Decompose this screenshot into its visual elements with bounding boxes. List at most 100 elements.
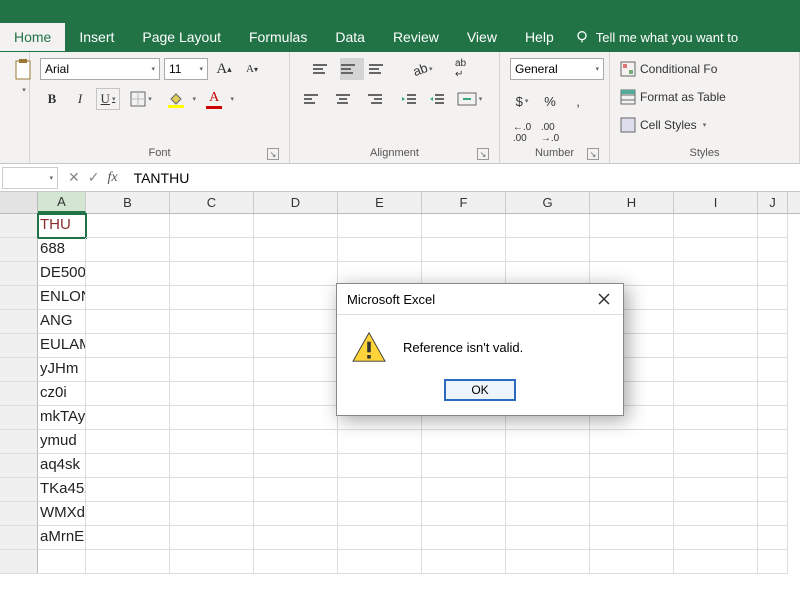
tell-me[interactable]: Tell me what you want to — [574, 29, 738, 45]
dialog-ok-button[interactable]: OK — [444, 379, 516, 401]
cell[interactable] — [422, 550, 506, 574]
cell[interactable] — [674, 358, 758, 382]
cell[interactable] — [170, 382, 254, 406]
increase-font-button[interactable]: A▴ — [212, 58, 236, 80]
cell[interactable] — [86, 550, 170, 574]
cell-styles-button[interactable]: Cell Styles▾ — [620, 114, 706, 136]
cell[interactable] — [38, 550, 86, 574]
cell[interactable]: ENLONG — [38, 286, 86, 310]
formula-input[interactable] — [128, 167, 800, 189]
cell[interactable] — [506, 526, 590, 550]
accounting-format-button[interactable]: $▾ — [510, 90, 534, 112]
cell[interactable] — [422, 526, 506, 550]
cell[interactable] — [254, 214, 338, 238]
cell[interactable] — [674, 238, 758, 262]
cell[interactable] — [86, 286, 170, 310]
row-header[interactable] — [0, 334, 38, 358]
cell[interactable] — [86, 262, 170, 286]
format-as-table-button[interactable]: Format as Table — [620, 86, 726, 108]
cell[interactable] — [86, 358, 170, 382]
cell[interactable] — [86, 238, 170, 262]
tab-home[interactable]: Home — [0, 23, 65, 51]
number-dialog-launcher[interactable]: ↘ — [587, 148, 599, 160]
cell[interactable] — [86, 454, 170, 478]
cell[interactable] — [422, 214, 506, 238]
cell[interactable] — [758, 550, 788, 574]
font-size-select[interactable]: 11▾ — [164, 58, 208, 80]
row-header[interactable] — [0, 358, 38, 382]
cell[interactable] — [674, 550, 758, 574]
cell[interactable] — [254, 334, 338, 358]
cell[interactable] — [506, 214, 590, 238]
row-header[interactable] — [0, 550, 38, 574]
decrease-font-button[interactable]: A▾ — [240, 58, 264, 80]
column-header-b[interactable]: B — [86, 192, 170, 213]
cell[interactable] — [674, 214, 758, 238]
row-header[interactable] — [0, 310, 38, 334]
row-header[interactable] — [0, 382, 38, 406]
column-header-g[interactable]: G — [506, 192, 590, 213]
align-right-button[interactable] — [359, 88, 383, 110]
cell[interactable] — [758, 334, 788, 358]
cell[interactable] — [758, 478, 788, 502]
cell[interactable] — [86, 430, 170, 454]
cell[interactable] — [254, 262, 338, 286]
cell[interactable] — [758, 214, 788, 238]
cell[interactable] — [590, 214, 674, 238]
cell[interactable] — [758, 358, 788, 382]
cell[interactable] — [506, 238, 590, 262]
cell[interactable] — [254, 526, 338, 550]
cell[interactable] — [86, 214, 170, 238]
cell[interactable] — [170, 502, 254, 526]
row-header[interactable] — [0, 502, 38, 526]
bold-button[interactable]: B — [40, 88, 64, 110]
row-header[interactable] — [0, 526, 38, 550]
cell[interactable] — [590, 478, 674, 502]
paste-dropdown-icon[interactable]: ▾ — [22, 86, 26, 94]
cell[interactable] — [254, 454, 338, 478]
cell[interactable] — [170, 262, 254, 286]
cell[interactable] — [170, 406, 254, 430]
tab-page-layout[interactable]: Page Layout — [128, 23, 235, 51]
name-box[interactable]: ▾ — [2, 167, 58, 189]
cell[interactable] — [758, 382, 788, 406]
column-header-h[interactable]: H — [590, 192, 674, 213]
cell[interactable]: aq4sk — [38, 454, 86, 478]
cell[interactable] — [86, 310, 170, 334]
cell[interactable] — [590, 454, 674, 478]
column-header-i[interactable]: I — [674, 192, 758, 213]
cell[interactable] — [338, 502, 422, 526]
column-header-j[interactable]: J — [758, 192, 788, 213]
cell[interactable] — [170, 214, 254, 238]
cell[interactable]: TKa45x — [38, 478, 86, 502]
font-color-button[interactable]: A ▾ — [200, 88, 234, 110]
cell[interactable] — [254, 478, 338, 502]
column-header-f[interactable]: F — [422, 192, 506, 213]
cell[interactable] — [590, 502, 674, 526]
cell[interactable] — [86, 526, 170, 550]
cell[interactable]: EULAM — [38, 334, 86, 358]
select-all-corner[interactable] — [0, 192, 38, 213]
cell[interactable] — [170, 286, 254, 310]
align-middle-button[interactable] — [340, 58, 364, 80]
cell[interactable] — [254, 502, 338, 526]
row-header[interactable] — [0, 478, 38, 502]
align-dialog-launcher[interactable]: ↘ — [477, 148, 489, 160]
comma-style-button[interactable]: , — [566, 90, 590, 112]
row-header[interactable] — [0, 430, 38, 454]
cell[interactable] — [506, 502, 590, 526]
cell[interactable]: WMXd — [38, 502, 86, 526]
tab-view[interactable]: View — [453, 23, 511, 51]
cell[interactable]: aMrnE — [38, 526, 86, 550]
cell[interactable] — [674, 478, 758, 502]
cell[interactable]: 688 — [38, 238, 86, 262]
cell[interactable] — [674, 406, 758, 430]
cell[interactable] — [506, 454, 590, 478]
cell[interactable] — [170, 454, 254, 478]
cell[interactable] — [422, 454, 506, 478]
cell[interactable] — [506, 430, 590, 454]
font-dialog-launcher[interactable]: ↘ — [267, 148, 279, 160]
conditional-formatting-button[interactable]: Conditional Fo — [620, 58, 717, 80]
cell[interactable] — [590, 526, 674, 550]
align-bottom-button[interactable] — [368, 58, 392, 80]
